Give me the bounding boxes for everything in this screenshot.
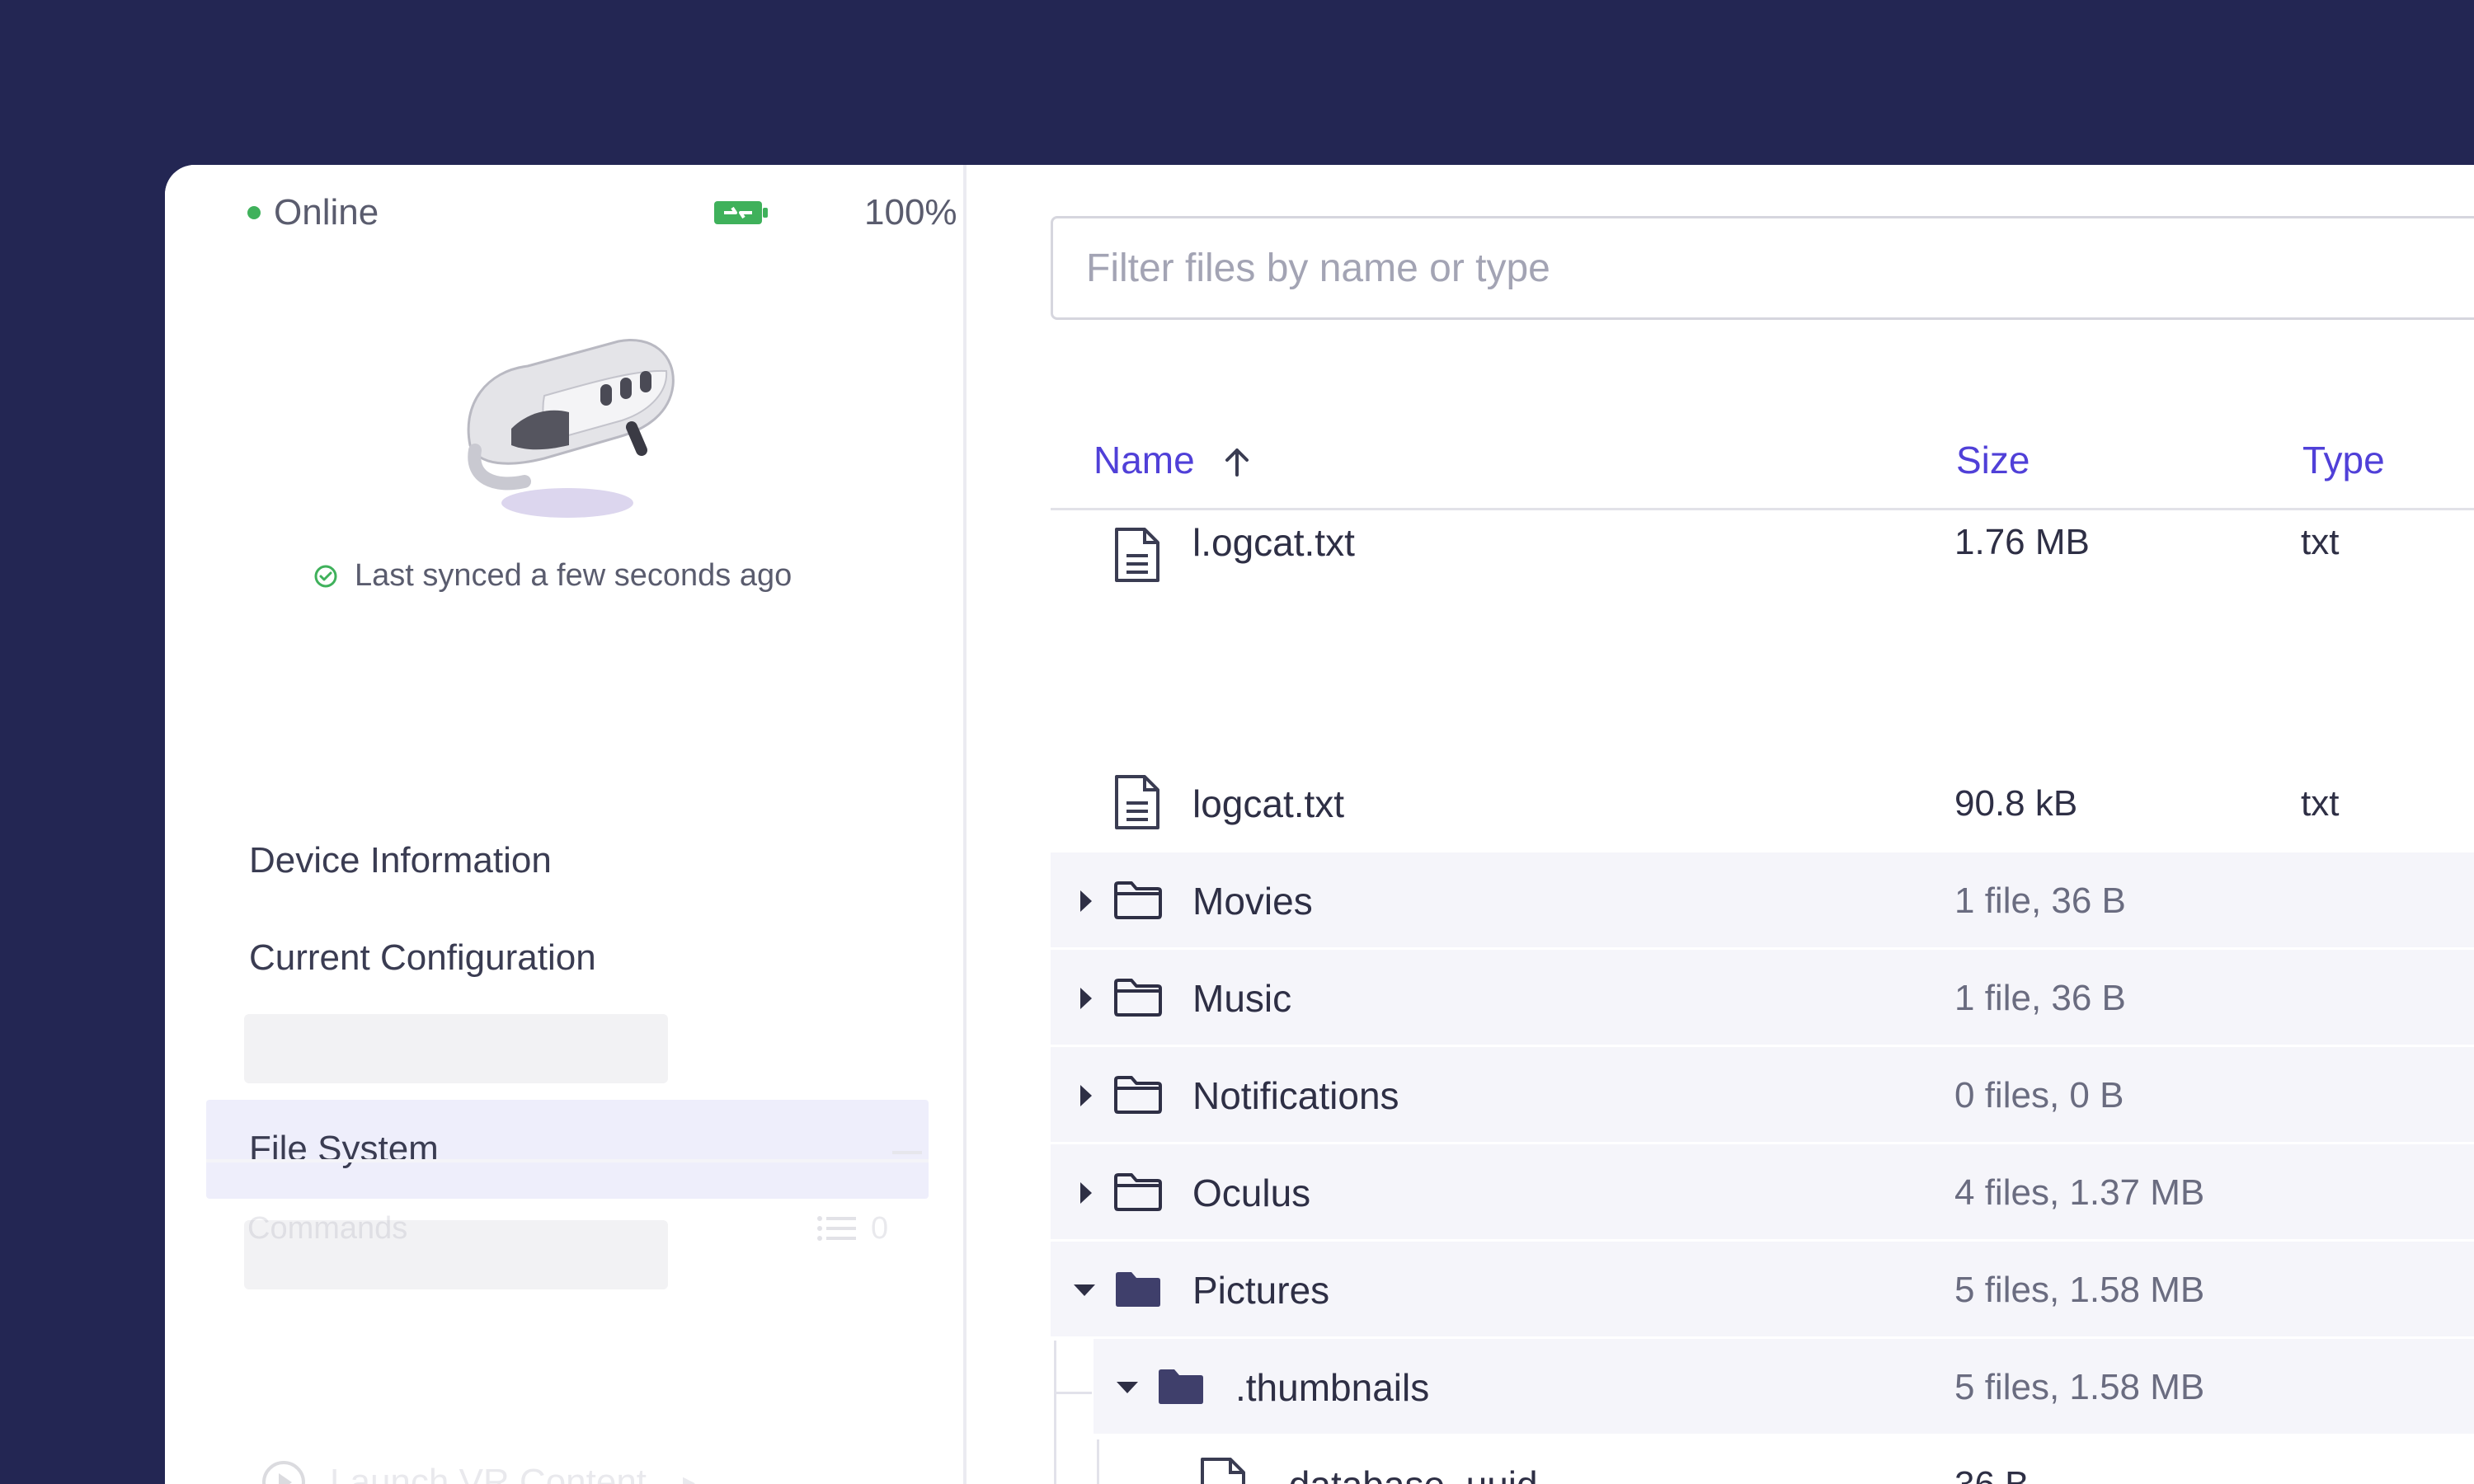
folder-icon: [1113, 978, 1163, 1021]
device-status-row: Online 100%: [247, 190, 957, 236]
folder-row[interactable]: Oculus 4 files, 1.37 MB: [1051, 1144, 2474, 1242]
folder-row[interactable]: Notifications 0 files, 0 B: [1051, 1047, 2474, 1144]
folder-row-expanded[interactable]: Pictures 5 files, 1.58 MB: [1051, 1242, 2474, 1339]
collapse-caret-icon[interactable]: [1115, 1378, 1140, 1399]
file-table-header: Name Size Type: [1051, 412, 2474, 510]
nav-item-loading-placeholder: [244, 1014, 668, 1083]
filter-files-input[interactable]: [1051, 216, 2474, 320]
file-row[interactable]: .database_uuid 36 B --: [1051, 1436, 2474, 1484]
list-icon: [817, 1216, 856, 1241]
file-type: txt: [2301, 522, 2340, 562]
folder-size: 0 files, 0 B: [1954, 1075, 2124, 1115]
folder-size: 4 files, 1.37 MB: [1954, 1172, 2205, 1213]
commands-heading: Commands: [247, 1211, 408, 1246]
text-file-icon: [1113, 526, 1161, 588]
sort-ascending-icon[interactable]: [1221, 445, 1253, 482]
battery-level: 100%: [864, 192, 957, 232]
collapse-caret-icon[interactable]: [1072, 1281, 1097, 1302]
folder-name: Oculus: [1192, 1172, 1311, 1214]
blank-file-icon: [1199, 1456, 1247, 1484]
folder-name: Pictures: [1192, 1269, 1330, 1312]
folder-name: .thumbnails: [1235, 1366, 1430, 1409]
expand-caret-icon[interactable]: [1077, 986, 1094, 1015]
text-file-icon: [1113, 773, 1161, 835]
file-row[interactable]: l.ogcat.txt 1.76 MB txt: [1051, 510, 2474, 603]
nav-item-device-information[interactable]: Device Information: [206, 811, 929, 910]
commands-count-value: 0: [871, 1211, 889, 1246]
expand-caret-icon[interactable]: [1077, 1181, 1094, 1209]
sidebar-divider: [206, 1159, 929, 1162]
device-sidebar: Online 100% Last synced a few seconds ag…: [165, 165, 963, 1484]
battery-charging-icon: [714, 200, 769, 230]
folder-icon: [1113, 1075, 1163, 1119]
launch-vr-content-label: Launch VR Content: [330, 1462, 647, 1484]
nav-item-current-configuration[interactable]: Current Configuration: [206, 909, 929, 1007]
column-header-size[interactable]: Size: [1956, 412, 2030, 508]
folder-row[interactable]: Music 1 file, 36 B: [1051, 950, 2474, 1047]
folder-name: Movies: [1192, 880, 1313, 923]
folder-icon: [1113, 881, 1163, 924]
sync-status-row: Last synced a few seconds ago: [313, 552, 940, 599]
nav-item-label: File System: [249, 1129, 439, 1169]
play-circle-icon: [262, 1461, 305, 1484]
check-circle-icon: [313, 564, 338, 593]
expand-caret-icon[interactable]: [1077, 1083, 1094, 1112]
folder-icon: [1113, 1172, 1163, 1216]
folder-size: 5 files, 1.58 MB: [1954, 1270, 2205, 1310]
file-row[interactable]: logcat.txt 90.8 kB txt: [1051, 755, 2474, 852]
online-status-label: Online: [274, 192, 379, 232]
expand-caret-icon[interactable]: [1077, 889, 1094, 918]
file-size: 90.8 kB: [1954, 783, 2078, 824]
nav-item-file-system[interactable]: File System: [206, 1100, 929, 1199]
scrollbar-thumb[interactable]: [892, 1151, 922, 1154]
chevron-right-icon: ▸: [683, 1468, 696, 1484]
file-type: txt: [2301, 783, 2340, 824]
column-header-name[interactable]: Name: [1094, 412, 1195, 508]
folder-size: 1 file, 36 B: [1954, 978, 2126, 1018]
folder-row[interactable]: Movies 1 file, 36 B: [1051, 852, 2474, 950]
folder-name: Music: [1192, 977, 1292, 1020]
app-window: Online 100% Last synced a few seconds ag…: [165, 165, 2474, 1484]
vr-headset-image: [445, 305, 693, 532]
folder-size: 1 file, 36 B: [1954, 881, 2126, 921]
file-name: logcat.txt: [1192, 782, 1345, 825]
folder-name: Notifications: [1192, 1074, 1399, 1117]
launch-vr-content-button[interactable]: Launch VR Content ▸: [261, 1456, 838, 1484]
column-header-type[interactable]: Type: [2302, 412, 2385, 508]
folder-row-expanded[interactable]: .thumbnails 5 files, 1.58 MB: [1094, 1339, 2474, 1436]
file-name: l.ogcat.txt: [1192, 521, 1355, 564]
tree-guide-line: [1054, 1392, 1092, 1394]
file-name: .database_uuid: [1278, 1436, 1538, 1484]
nav-item-label: Current Configuration: [249, 937, 596, 978]
folder-size: 5 files, 1.58 MB: [1954, 1367, 2205, 1407]
folder-filled-icon: [1156, 1367, 1206, 1411]
folder-filled-icon: [1113, 1270, 1163, 1313]
file-type: --: [2301, 1436, 2325, 1484]
file-size: 36 B: [1954, 1436, 2030, 1484]
nav-item-label: Device Information: [249, 840, 552, 881]
file-system-panel: Name Size Type l.ogcat.txt: [967, 165, 2474, 1484]
last-synced-label: Last synced a few seconds ago: [355, 558, 793, 593]
file-size: 1.76 MB: [1954, 522, 2090, 562]
online-status-dot: [247, 206, 261, 219]
